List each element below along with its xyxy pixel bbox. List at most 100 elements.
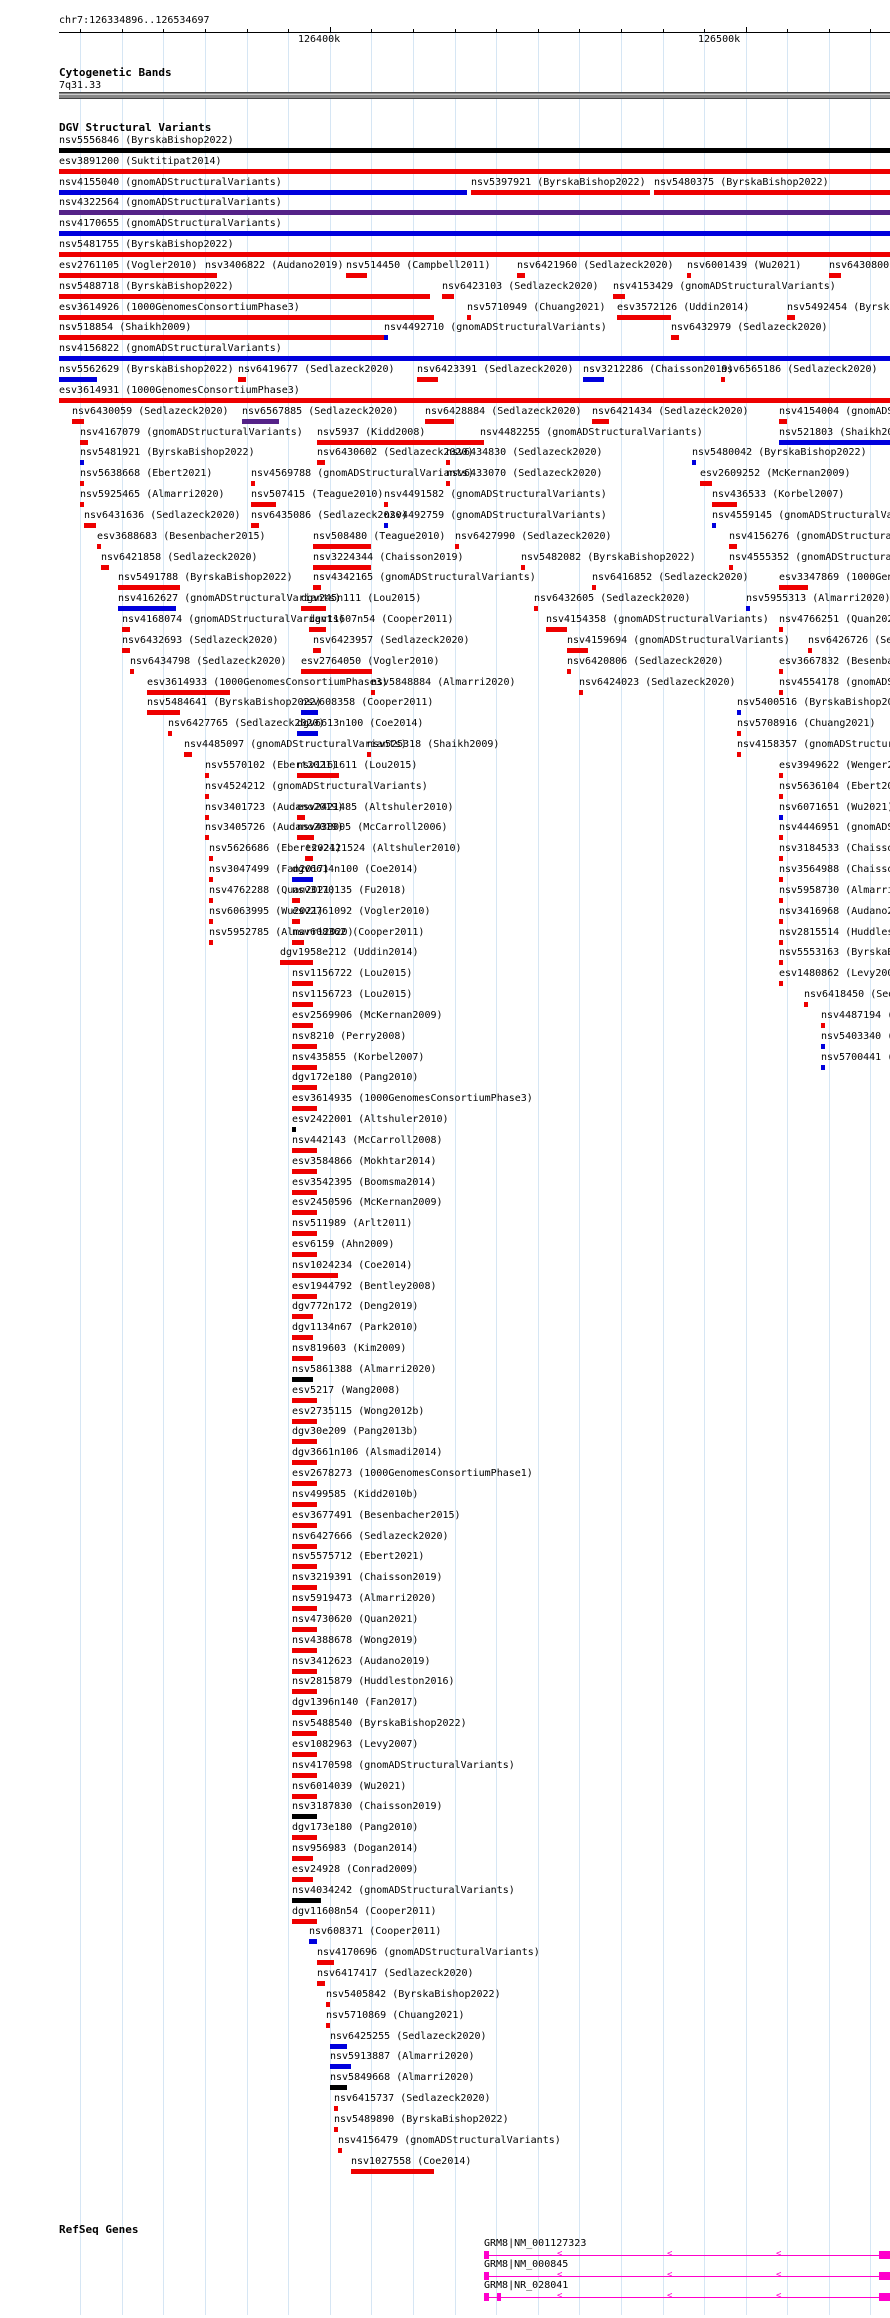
dgv-feature-label[interactable]: dgv11608n54 (Cooper2011) (292, 1906, 437, 1918)
dgv-feature-bar[interactable] (292, 1169, 317, 1174)
dgv-feature-bar[interactable] (301, 606, 326, 611)
dgv-feature-label[interactable]: dgv30e209 (Pang2013b) (292, 1426, 418, 1438)
dgv-feature-bar[interactable] (534, 606, 538, 611)
dgv-feature-bar[interactable] (297, 773, 339, 778)
dgv-feature-bar[interactable] (59, 294, 430, 299)
dgv-feature-bar[interactable] (209, 898, 213, 903)
dgv-feature-bar[interactable] (617, 315, 671, 320)
dgv-feature-label[interactable]: nsv5708916 (Chuang2021) (737, 718, 875, 730)
dgv-feature-bar[interactable] (292, 1877, 313, 1882)
dgv-feature-bar[interactable] (779, 815, 783, 820)
dgv-feature-label[interactable]: nsv3219391 (Chaisson2019) (292, 1572, 443, 1584)
dgv-feature-bar[interactable] (292, 1794, 317, 1799)
dgv-feature-label[interactable]: nsv4156276 (gnomADStructuralVariants) (729, 531, 890, 543)
dgv-feature-bar[interactable] (292, 1752, 317, 1757)
dgv-feature-bar[interactable] (292, 1023, 313, 1028)
dgv-feature-label[interactable]: nsv6432693 (Sedlazeck2020) (122, 635, 279, 647)
dgv-feature-label[interactable]: esv3347869 (1000GenomesConsortiumPhase3) (779, 572, 890, 584)
dgv-feature-bar[interactable] (59, 377, 97, 382)
dgv-feature-label[interactable]: nsv6423957 (Sedlazeck2020) (313, 635, 470, 647)
dgv-feature-bar[interactable] (446, 460, 450, 465)
dgv-feature-bar[interactable] (330, 2044, 347, 2049)
dgv-feature-label[interactable]: dgv1134n67 (Park2010) (292, 1322, 418, 1334)
dgv-feature-bar[interactable] (334, 2127, 338, 2132)
dgv-feature-bar[interactable] (292, 1564, 317, 1569)
dgv-feature-bar[interactable] (442, 294, 454, 299)
dgv-feature-label[interactable]: nsv5488718 (ByrskaBishop2022) (59, 281, 234, 293)
dgv-feature-label[interactable]: nsv4153429 (gnomADStructuralVariants) (613, 281, 836, 293)
dgv-feature-label[interactable]: nsv4766251 (Quan2021) (779, 614, 890, 626)
dgv-feature-label[interactable]: nsv5937 (Kidd2008) (317, 427, 425, 439)
dgv-feature-bar[interactable] (471, 190, 650, 195)
dgv-feature-bar[interactable] (209, 877, 213, 882)
dgv-feature-bar[interactable] (567, 648, 588, 653)
dgv-feature-label[interactable]: nsv6434830 (Sedlazeck2020) (446, 447, 603, 459)
dgv-feature-label[interactable]: dgv1396n140 (Fan2017) (292, 1697, 418, 1709)
dgv-feature-bar[interactable] (297, 835, 314, 840)
dgv-feature-label[interactable]: nsv518854 (Shaikh2009) (59, 322, 191, 334)
dgv-feature-bar[interactable] (238, 377, 246, 382)
dgv-feature-label[interactable]: nsv1024234 (Coe2014) (292, 1260, 412, 1272)
dgv-feature-bar[interactable] (517, 273, 525, 278)
refseq-exon[interactable] (879, 2272, 890, 2280)
dgv-feature-bar[interactable] (737, 752, 741, 757)
dgv-feature-label[interactable]: nsv608362 (Cooper2011) (292, 927, 424, 939)
dgv-feature-label[interactable]: nsv499585 (Kidd2010b) (292, 1489, 418, 1501)
dgv-feature-bar[interactable] (292, 1606, 317, 1611)
dgv-feature-label[interactable]: nsv5484641 (ByrskaBishop2022) (147, 697, 322, 709)
dgv-feature-bar[interactable] (118, 606, 176, 611)
dgv-feature-label[interactable]: nsv4487194 (gnomADStructuralVariants) (821, 1010, 890, 1022)
dgv-feature-bar[interactable] (292, 919, 300, 924)
refseq-intron-line[interactable] (484, 2276, 890, 2277)
dgv-feature-bar[interactable] (346, 273, 367, 278)
dgv-feature-label[interactable]: nsv5638668 (Ebert2021) (80, 468, 212, 480)
dgv-feature-bar[interactable] (371, 690, 375, 695)
dgv-feature-bar[interactable] (779, 773, 783, 778)
dgv-feature-label[interactable]: nsv6428884 (Sedlazeck2020) (425, 406, 582, 418)
dgv-feature-label[interactable]: esv3667832 (Besenbacher2015) (779, 656, 890, 668)
dgv-feature-label[interactable]: nsv4322564 (gnomADStructuralVariants) (59, 197, 282, 209)
dgv-feature-label[interactable]: esv2609252 (McKernan2009) (700, 468, 851, 480)
dgv-feature-bar[interactable] (579, 690, 583, 695)
dgv-feature-label[interactable]: nsv4034242 (gnomADStructuralVariants) (292, 1885, 515, 1897)
dgv-feature-bar[interactable] (729, 565, 733, 570)
dgv-feature-bar[interactable] (292, 1814, 317, 1819)
dgv-feature-bar[interactable] (292, 1273, 338, 1278)
dgv-feature-label[interactable]: nsv5955313 (Almarri2020) (746, 593, 890, 605)
dgv-feature-label[interactable]: nsv6567885 (Sedlazeck2020) (242, 406, 399, 418)
dgv-feature-bar[interactable] (292, 1377, 313, 1382)
dgv-feature-bar[interactable] (168, 731, 172, 736)
dgv-feature-label[interactable]: nsv4154358 (gnomADStructuralVariants) (546, 614, 769, 626)
dgv-feature-label[interactable]: nsv6426726 (Sedlazeck2020) (808, 635, 890, 647)
dgv-feature-label[interactable]: nsv6432605 (Sedlazeck2020) (534, 593, 691, 605)
dgv-feature-bar[interactable] (292, 1294, 317, 1299)
dgv-feature-label[interactable]: nsv6424023 (Sedlazeck2020) (579, 677, 736, 689)
dgv-feature-label[interactable]: nsv4388678 (Wong2019) (292, 1635, 418, 1647)
dgv-feature-label[interactable]: nsv5405842 (ByrskaBishop2022) (326, 1989, 501, 2001)
dgv-feature-bar[interactable] (384, 335, 388, 340)
dgv-feature-label[interactable]: nsv5480375 (ByrskaBishop2022) (654, 177, 829, 189)
dgv-feature-label[interactable]: nsv4569788 (gnomADStructuralVariants) (251, 468, 474, 480)
dgv-feature-label[interactable]: nsv6430800 (Sedlazeck2020) (829, 260, 890, 272)
dgv-feature-label[interactable]: nsv1027558 (Coe2014) (351, 2156, 471, 2168)
dgv-feature-label[interactable]: nsv6417417 (Sedlazeck2020) (317, 1968, 474, 1980)
dgv-feature-bar[interactable] (737, 710, 741, 715)
dgv-feature-bar[interactable] (251, 502, 276, 507)
dgv-feature-bar[interactable] (59, 273, 205, 278)
dgv-feature-label[interactable]: esv3614935 (1000GenomesConsortiumPhase3) (292, 1093, 533, 1105)
dgv-feature-label[interactable]: nsv6421434 (Sedlazeck2020) (592, 406, 749, 418)
dgv-feature-label[interactable]: nsv5710949 (Chuang2021) (467, 302, 605, 314)
dgv-feature-label[interactable]: nsv521803 (Shaikh2009) (779, 427, 890, 439)
refseq-exon[interactable] (497, 2293, 501, 2301)
dgv-feature-label[interactable]: dgv245n111 (Lou2015) (301, 593, 421, 605)
dgv-feature-bar[interactable] (712, 502, 737, 507)
dgv-feature-label[interactable]: esv3542395 (Boomsma2014) (292, 1177, 437, 1189)
dgv-feature-bar[interactable] (209, 856, 213, 861)
dgv-feature-bar[interactable] (80, 502, 84, 507)
dgv-feature-label[interactable]: nsv6425255 (Sedlazeck2020) (330, 2031, 487, 2043)
dgv-feature-bar[interactable] (546, 627, 567, 632)
dgv-feature-bar[interactable] (292, 1335, 313, 1340)
dgv-feature-bar[interactable] (80, 481, 84, 486)
dgv-feature-bar[interactable] (122, 627, 130, 632)
dgv-feature-bar[interactable] (338, 2148, 342, 2153)
